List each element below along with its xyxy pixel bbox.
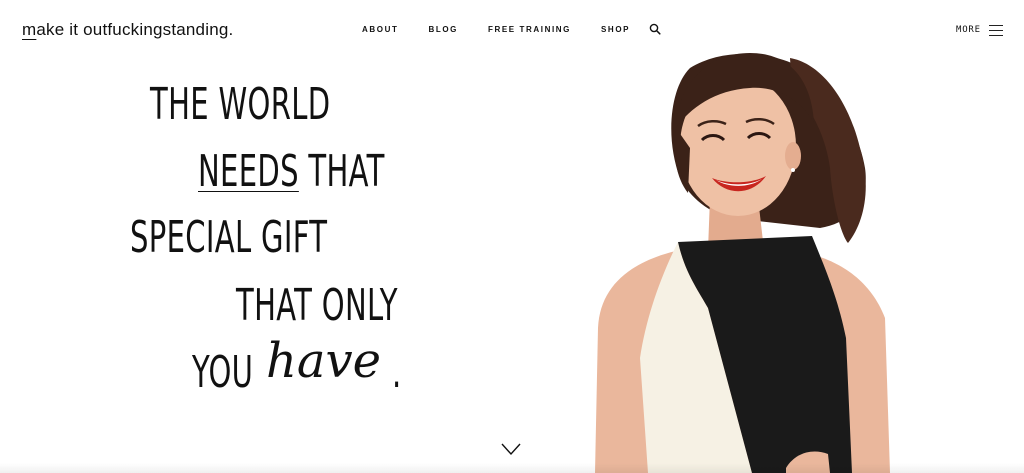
more-label: MORE xyxy=(956,25,981,35)
headline-underlined-word: NEEDS xyxy=(198,146,299,197)
bottom-fade xyxy=(0,463,1024,473)
headline-line-4: THAT ONLY xyxy=(236,280,398,331)
page: make it outfuckingstanding. ABOUT BLOG F… xyxy=(0,0,1024,473)
headline-period: . xyxy=(392,347,402,398)
hero-photo-woman xyxy=(595,53,890,473)
headline-line-3: SPECIAL GIFT xyxy=(130,212,328,263)
hero-headline: THE WORLD NEEDS THAT SPECIAL GIFT THAT O… xyxy=(0,0,600,473)
headline-line-1: THE WORLD xyxy=(150,79,331,130)
more-menu-button[interactable]: MORE xyxy=(956,24,1003,36)
headline-line-2: NEEDS THAT xyxy=(198,147,385,197)
headline-line-5-you: YOU xyxy=(192,347,254,398)
headline-script-word: have xyxy=(266,333,382,389)
headline-line-2-rest: THAT xyxy=(298,146,385,197)
chevron-down-icon[interactable] xyxy=(500,441,522,457)
hamburger-menu-icon xyxy=(988,24,1003,36)
